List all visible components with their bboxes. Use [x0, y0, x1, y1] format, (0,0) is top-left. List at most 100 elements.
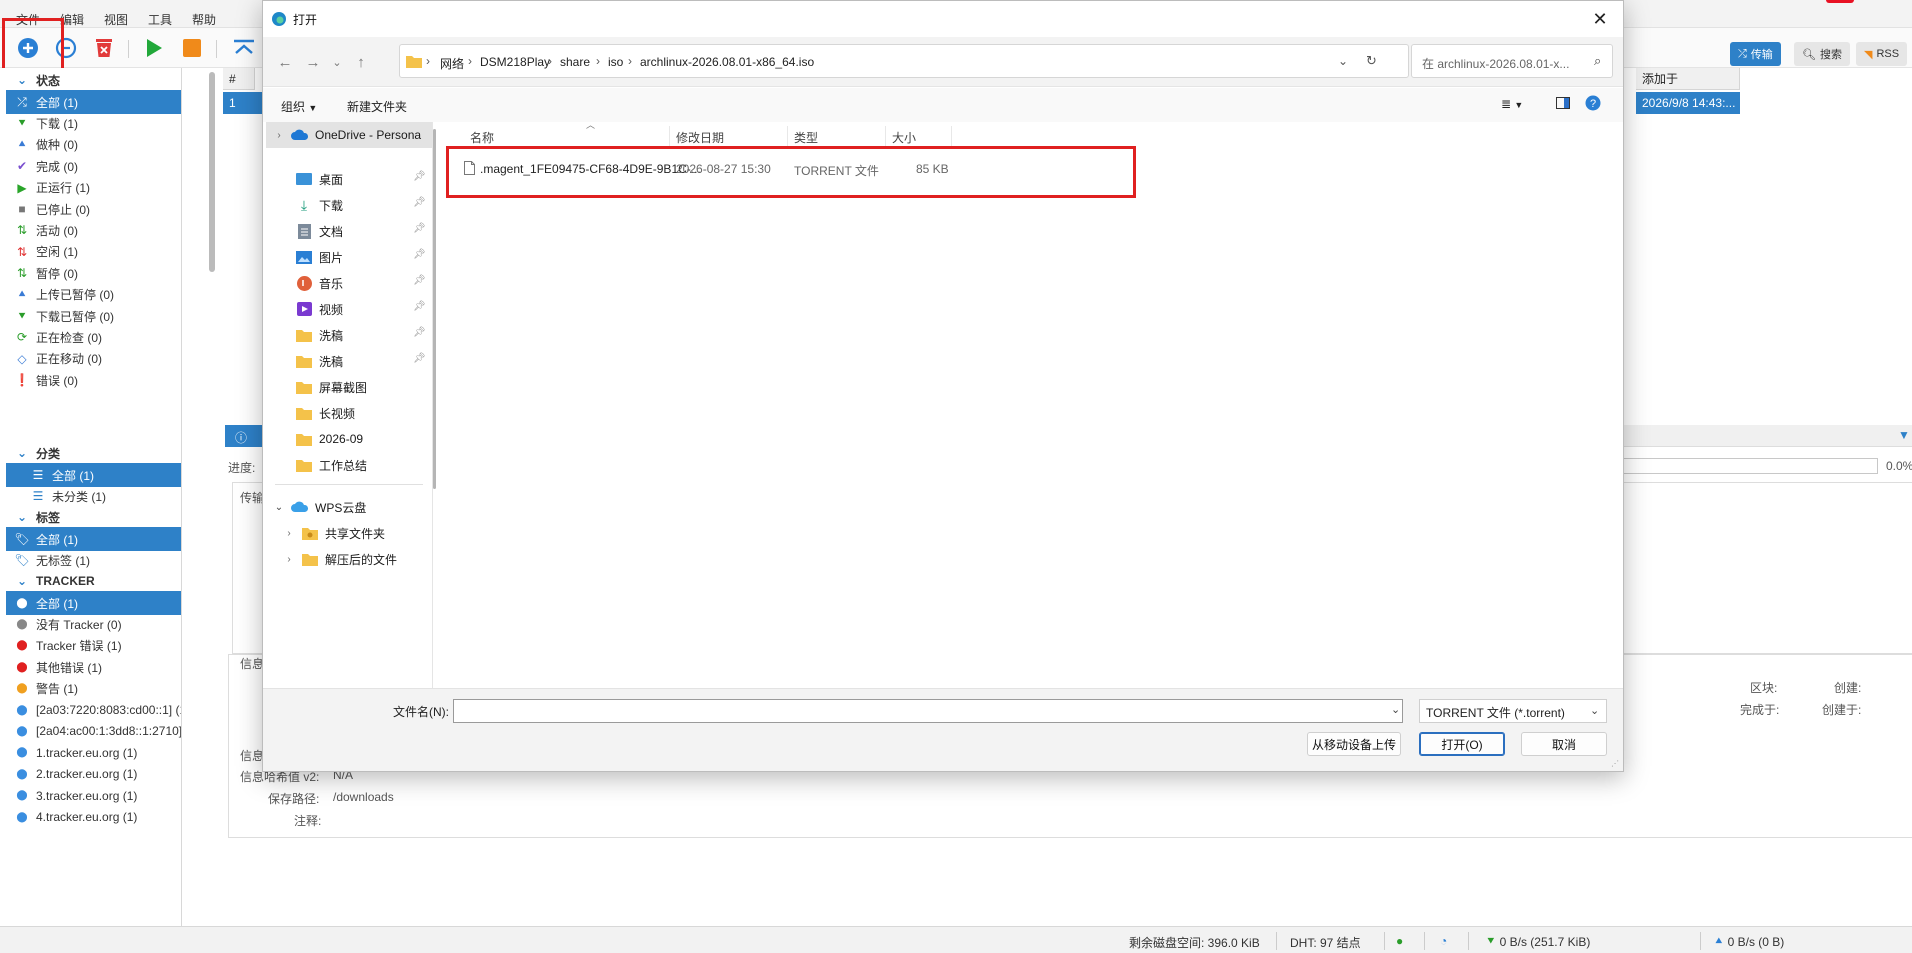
sidebar-item-status[interactable]: ⟳ 正在检查 (0) [6, 325, 181, 349]
sidebar-item-status[interactable]: ⯆ 下载已暂停 (0) [6, 304, 181, 328]
nav-item-extracted-files[interactable]: › 解压后的文件 [283, 546, 397, 572]
breadcrumb-iso[interactable]: iso [608, 55, 623, 69]
column-header-size[interactable]: 大小 [886, 126, 952, 148]
nav-item-folder-xigao-2[interactable]: 洗稿 [295, 348, 343, 374]
nav-item-screenshots[interactable]: 屏幕截图 [295, 374, 367, 400]
nav-item-long-video[interactable]: 长视频 [295, 400, 355, 426]
column-header-name[interactable]: 名称 [464, 126, 670, 148]
properties-tab[interactable]: ⓘ [225, 425, 263, 447]
column-header-added[interactable]: 添加于 [1636, 68, 1740, 90]
sidebar-item-tracker[interactable]: ⬤ 警告 (1) [6, 677, 181, 701]
filename-dropdown-chevron-icon[interactable]: ⌄ [1391, 703, 1400, 716]
tab-rss[interactable]: ◥ RSS [1856, 42, 1908, 66]
tab-search[interactable]: 🔍︎ 搜索 [1794, 42, 1850, 66]
sidebar-item-status[interactable]: ✔ 完成 (0) [6, 154, 181, 178]
column-header-type[interactable]: 类型 [788, 126, 886, 148]
nav-item-onedrive[interactable]: › OneDrive - Persona [273, 122, 421, 148]
sidebar-item-status[interactable]: ■ 已停止 (0) [6, 197, 181, 221]
preview-pane-icon[interactable] [1556, 97, 1570, 112]
help-icon[interactable]: ? [1585, 95, 1601, 114]
pin-icon[interactable]: 📌︎ [413, 275, 426, 286]
navigation-pane-scrollbar[interactable] [433, 129, 436, 489]
window-close-button[interactable] [1826, 0, 1854, 3]
tab-transfer[interactable]: ⤮ 传输 [1730, 42, 1781, 66]
sidebar-item-status[interactable]: ⇅ 活动 (0) [6, 218, 181, 242]
column-header-modified[interactable]: 修改日期 [670, 126, 788, 148]
sidebar-item-tracker[interactable]: ⬤ 1.tracker.eu.org (1) [6, 741, 181, 765]
speed-limit-icon[interactable]: ◔ [1440, 934, 1447, 948]
stop-button[interactable] [180, 36, 204, 60]
filename-input[interactable] [453, 699, 1403, 723]
sidebar-item-tracker[interactable]: ⬤ [2a03:7220:8083:cd00::1] (1) [6, 698, 181, 722]
sidebar-item-status[interactable]: ⇅ 暂停 (0) [6, 261, 181, 285]
globe-icon[interactable]: ● [1396, 934, 1403, 948]
table-row-added[interactable]: 2026/9/8 14:43:... [1636, 92, 1740, 114]
sidebar-item-status[interactable]: ⯆ 下载 (1) [6, 111, 181, 135]
sidebar-item-tracker[interactable]: ⬤ Tracker 错误 (1) [6, 634, 181, 658]
up-arrow-icon[interactable]: ↑ [351, 53, 371, 73]
sidebar-item-tracker[interactable]: ⬤ 3.tracker.eu.org (1) [6, 784, 181, 808]
search-input[interactable]: 在 archlinux-2026.08.01-x... ⌕ [1411, 44, 1613, 78]
cancel-button[interactable]: 取消 [1521, 732, 1607, 756]
nav-item-videos[interactable]: 视频 [295, 296, 343, 322]
sidebar-item-status[interactable]: ⤮ 全部 (1) [6, 90, 181, 114]
nav-item-pictures[interactable]: 图片 [295, 244, 343, 270]
sidebar-scrollbar[interactable] [209, 72, 215, 272]
pin-icon[interactable]: 📌︎ [413, 353, 426, 364]
sidebar-category-header[interactable]: ⌄ 分类 [6, 441, 181, 465]
sidebar-item-status[interactable]: ◇ 正在移动 (0) [6, 347, 181, 371]
sidebar-item-tracker[interactable]: ⬤ 2.tracker.eu.org (1) [6, 762, 181, 786]
sidebar-item-status[interactable]: ⯅ 上传已暂停 (0) [6, 283, 181, 307]
nav-item-music[interactable]: 音乐 [295, 270, 343, 296]
sidebar-item-tracker[interactable]: ⬤ 4.tracker.eu.org (1) [6, 805, 181, 829]
nav-item-folder-xigao-1[interactable]: 洗稿 [295, 322, 343, 348]
dialog-close-button[interactable]: ✕ [1589, 8, 1611, 30]
pin-icon[interactable]: 📌︎ [413, 301, 426, 312]
refresh-icon[interactable]: ↻ [1366, 53, 1377, 69]
nav-item-downloads[interactable]: ⤓ 下载 [295, 192, 343, 218]
breadcrumb-archlinux-iso[interactable]: archlinux-2026.08.01-x86_64.iso [640, 55, 814, 69]
sidebar-item-tracker[interactable]: ⬤ [2a04:ac00:1:3dd8::1:2710] (1) [6, 719, 181, 743]
pin-icon[interactable]: 📌︎ [413, 197, 426, 208]
sidebar-item-status[interactable]: ⇅ 空闲 (1) [6, 240, 181, 264]
recent-locations-chevron-icon[interactable]: ⌄ [327, 53, 347, 73]
nav-item-shared-folder[interactable]: › 共享文件夹 [283, 520, 385, 546]
menu-tools[interactable]: 工具 [148, 11, 172, 28]
sidebar-item-status[interactable]: ⯅ 做种 (0) [6, 133, 181, 157]
sidebar-item-tracker[interactable]: ⬤ 全部 (1) [6, 591, 181, 615]
pin-icon[interactable]: 📌︎ [413, 327, 426, 338]
breadcrumb-dsm218play[interactable]: DSM218Play [480, 55, 550, 69]
nav-item-work-summary[interactable]: 工作总结 [295, 452, 367, 478]
move-top-button[interactable] [232, 36, 256, 60]
menu-view[interactable]: 视图 [104, 11, 128, 28]
menu-help[interactable]: 帮助 [192, 11, 216, 28]
address-bar[interactable]: › 网络 › DSM218Play › share › iso › archli… [399, 44, 1409, 78]
pin-icon[interactable]: 📌︎ [413, 171, 426, 182]
open-button[interactable]: 打开(O) [1419, 732, 1505, 756]
breadcrumb-network[interactable]: 网络 [440, 55, 464, 72]
resume-button[interactable] [142, 36, 166, 60]
sidebar-tag-header[interactable]: ⌄ 标签 [6, 505, 181, 529]
sidebar-item-tracker[interactable]: ⬤ 其他错误 (1) [6, 655, 181, 679]
resize-grip-icon[interactable]: ⋰ [1611, 759, 1619, 768]
upload-from-device-button[interactable]: 从移动设备上传 [1307, 732, 1401, 756]
delete-torrent-button[interactable] [92, 36, 116, 60]
sidebar-tracker-header[interactable]: ⌄ TRACKER [6, 569, 181, 593]
collapse-panel-icon[interactable]: ▼ [1898, 428, 1910, 442]
filetype-select[interactable]: TORRENT 文件 (*.torrent) ⌄ [1419, 699, 1607, 723]
new-folder-button[interactable]: 新建文件夹 [347, 98, 407, 115]
breadcrumb-share[interactable]: share [560, 55, 590, 69]
sidebar-status-header[interactable]: ⌄ 状态 [6, 68, 181, 92]
sidebar-item-status[interactable]: ▶ 正运行 (1) [6, 176, 181, 200]
back-arrow-icon[interactable]: ← [275, 53, 295, 73]
nav-item-documents[interactable]: 文档 [295, 218, 343, 244]
view-options-button[interactable]: ≣ ▼ [1501, 97, 1523, 111]
column-header-hash[interactable]: # [223, 68, 255, 90]
organize-menu-button[interactable]: 组织 ▼ [281, 98, 317, 115]
sidebar-item-status[interactable]: ❗ 错误 (0) [6, 368, 181, 392]
pin-icon[interactable]: 📌︎ [413, 249, 426, 260]
nav-item-wps-cloud[interactable]: ⌄ WPS云盘 [273, 494, 367, 520]
address-dropdown-chevron-icon[interactable]: ⌄ [1338, 54, 1348, 68]
nav-item-2026-09[interactable]: 2026-09 [295, 426, 363, 452]
forward-arrow-icon[interactable]: → [303, 53, 323, 73]
